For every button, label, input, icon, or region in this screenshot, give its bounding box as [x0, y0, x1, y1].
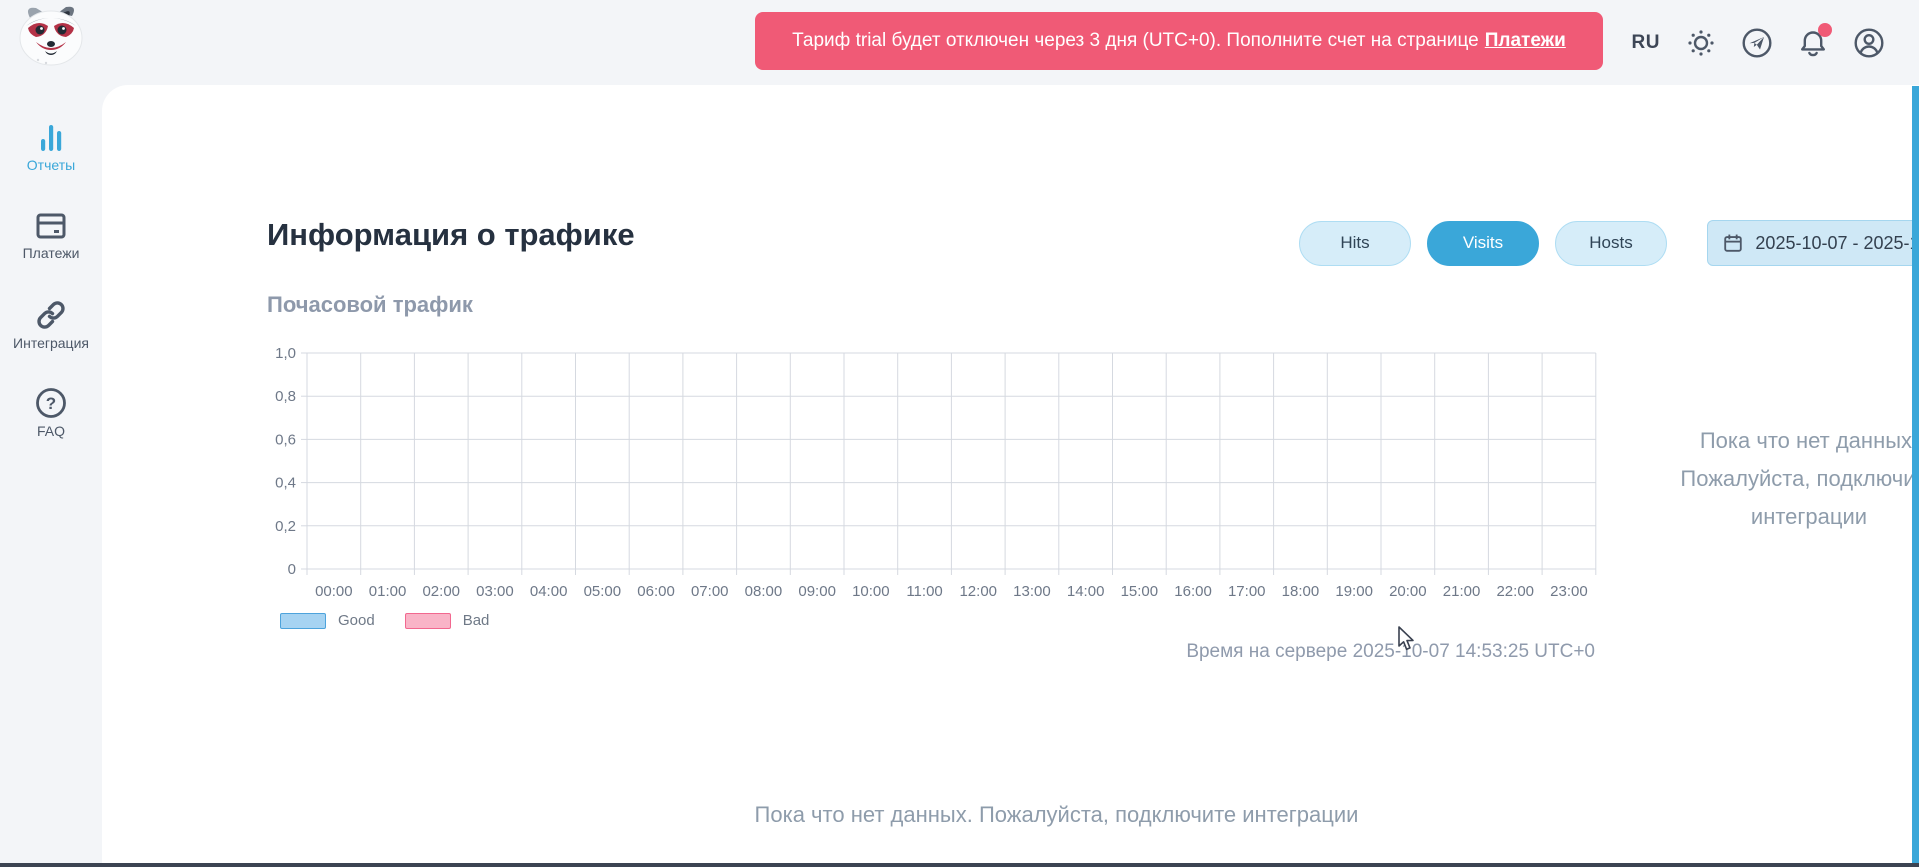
svg-text:00:00: 00:00: [315, 583, 353, 600]
language-switcher[interactable]: RU: [1632, 32, 1660, 54]
svg-text:08:00: 08:00: [745, 583, 783, 600]
legend-item-good: Good: [280, 612, 375, 629]
page-title: Информация о трафике: [267, 217, 635, 253]
credit-card-icon: [34, 211, 68, 241]
svg-text:18:00: 18:00: [1282, 583, 1320, 600]
svg-text:22:00: 22:00: [1496, 583, 1534, 600]
hourly-traffic-chart: 1,0 0,8 0,6 0,4 0,2 0 00:00 01:00 02:00 03:00 04:0…: [252, 339, 1617, 607]
sidebar-item-label: Отчеты: [27, 158, 75, 173]
sidebar: Отчеты Платежи Интеграция ? FAQ: [0, 85, 102, 867]
bar-chart-icon: [35, 123, 67, 153]
legend-label: Good: [338, 612, 375, 629]
sidebar-item-faq[interactable]: ? FAQ: [0, 387, 102, 445]
server-time: Время на сервере 2025-10-07 14:53:25 UTC…: [1095, 641, 1595, 663]
svg-text:09:00: 09:00: [798, 583, 836, 600]
notifications-bell-icon[interactable]: [1798, 28, 1828, 58]
theme-sun-icon[interactable]: [1686, 28, 1716, 58]
svg-text:21:00: 21:00: [1443, 583, 1481, 600]
tab-hits[interactable]: Hits: [1299, 221, 1411, 266]
sidebar-item-label: Интеграция: [13, 336, 89, 351]
main-content: Информация о трафике Hits Visits Hosts 2…: [102, 85, 1919, 867]
svg-text:06:00: 06:00: [637, 583, 675, 600]
svg-text:0,4: 0,4: [275, 475, 296, 492]
svg-text:12:00: 12:00: [959, 583, 997, 600]
chart-legend: Good Bad: [280, 612, 489, 629]
legend-swatch-bad: [405, 613, 451, 629]
sidebar-item-payments[interactable]: Платежи: [0, 211, 102, 269]
sidebar-item-label: Платежи: [23, 246, 80, 261]
date-range-picker[interactable]: 2025-10-07 - 2025-10-07: [1707, 220, 1919, 266]
tab-visits[interactable]: Visits: [1427, 221, 1539, 266]
tab-hosts[interactable]: Hosts: [1555, 221, 1667, 266]
svg-text:19:00: 19:00: [1335, 583, 1373, 600]
notification-badge: [1818, 23, 1832, 37]
bottom-edge-strip: [0, 863, 1919, 867]
banner-text: Тариф trial будет отключен через 3 дня (…: [792, 30, 1479, 52]
svg-text:11:00: 11:00: [906, 583, 942, 600]
svg-text:16:00: 16:00: [1174, 583, 1212, 600]
empty-state-side: Пока что нет данных. Пожалуйста, подключ…: [1654, 422, 1919, 536]
svg-text:01:00: 01:00: [369, 583, 407, 600]
svg-text:05:00: 05:00: [584, 583, 622, 600]
top-header: Тариф trial будет отключен через 3 дня (…: [0, 0, 1919, 85]
sidebar-item-label: FAQ: [37, 424, 65, 439]
svg-text:14:00: 14:00: [1067, 583, 1105, 600]
svg-text:17:00: 17:00: [1228, 583, 1266, 600]
calendar-icon: [1722, 232, 1744, 254]
question-circle-icon: ?: [35, 387, 67, 419]
legend-swatch-good: [280, 613, 326, 629]
svg-text:02:00: 02:00: [422, 583, 460, 600]
traffic-controls: Hits Visits Hosts 2025-10-07 - 2025-10-0…: [1299, 220, 1919, 266]
sidebar-item-integration[interactable]: Интеграция: [0, 299, 102, 357]
banner-payments-link[interactable]: Платежи: [1485, 30, 1566, 52]
svg-text:0,6: 0,6: [275, 431, 296, 448]
svg-text:?: ?: [46, 394, 56, 413]
svg-text:10:00: 10:00: [852, 583, 890, 600]
account-icon[interactable]: [1854, 28, 1884, 58]
app-logo[interactable]: [16, 4, 88, 70]
svg-text:23:00: 23:00: [1550, 583, 1588, 600]
telegram-icon[interactable]: [1742, 28, 1772, 58]
header-actions: RU: [1632, 0, 1884, 85]
date-range-value: 2025-10-07 - 2025-10-07: [1755, 233, 1919, 254]
svg-text:13:00: 13:00: [1013, 583, 1051, 600]
link-icon: [34, 299, 68, 331]
vertical-scrollbar[interactable]: [1912, 86, 1919, 863]
section-title: Почасовой трафик: [267, 292, 473, 318]
svg-text:0,8: 0,8: [275, 388, 296, 405]
svg-text:07:00: 07:00: [691, 583, 729, 600]
legend-label: Bad: [463, 612, 490, 629]
svg-text:04:00: 04:00: [530, 583, 568, 600]
empty-state-bottom: Пока что нет данных. Пожалуйста, подключ…: [204, 802, 1909, 828]
sidebar-item-reports[interactable]: Отчеты: [0, 123, 102, 181]
svg-text:0,2: 0,2: [275, 518, 296, 535]
svg-text:03:00: 03:00: [476, 583, 514, 600]
raccoon-logo-icon: [16, 4, 88, 70]
svg-text:15:00: 15:00: [1121, 583, 1159, 600]
svg-text:20:00: 20:00: [1389, 583, 1427, 600]
svg-text:0: 0: [288, 561, 296, 578]
svg-text:1,0: 1,0: [275, 345, 296, 362]
trial-warning-banner: Тариф trial будет отключен через 3 дня (…: [755, 12, 1603, 70]
legend-item-bad: Bad: [405, 612, 490, 629]
